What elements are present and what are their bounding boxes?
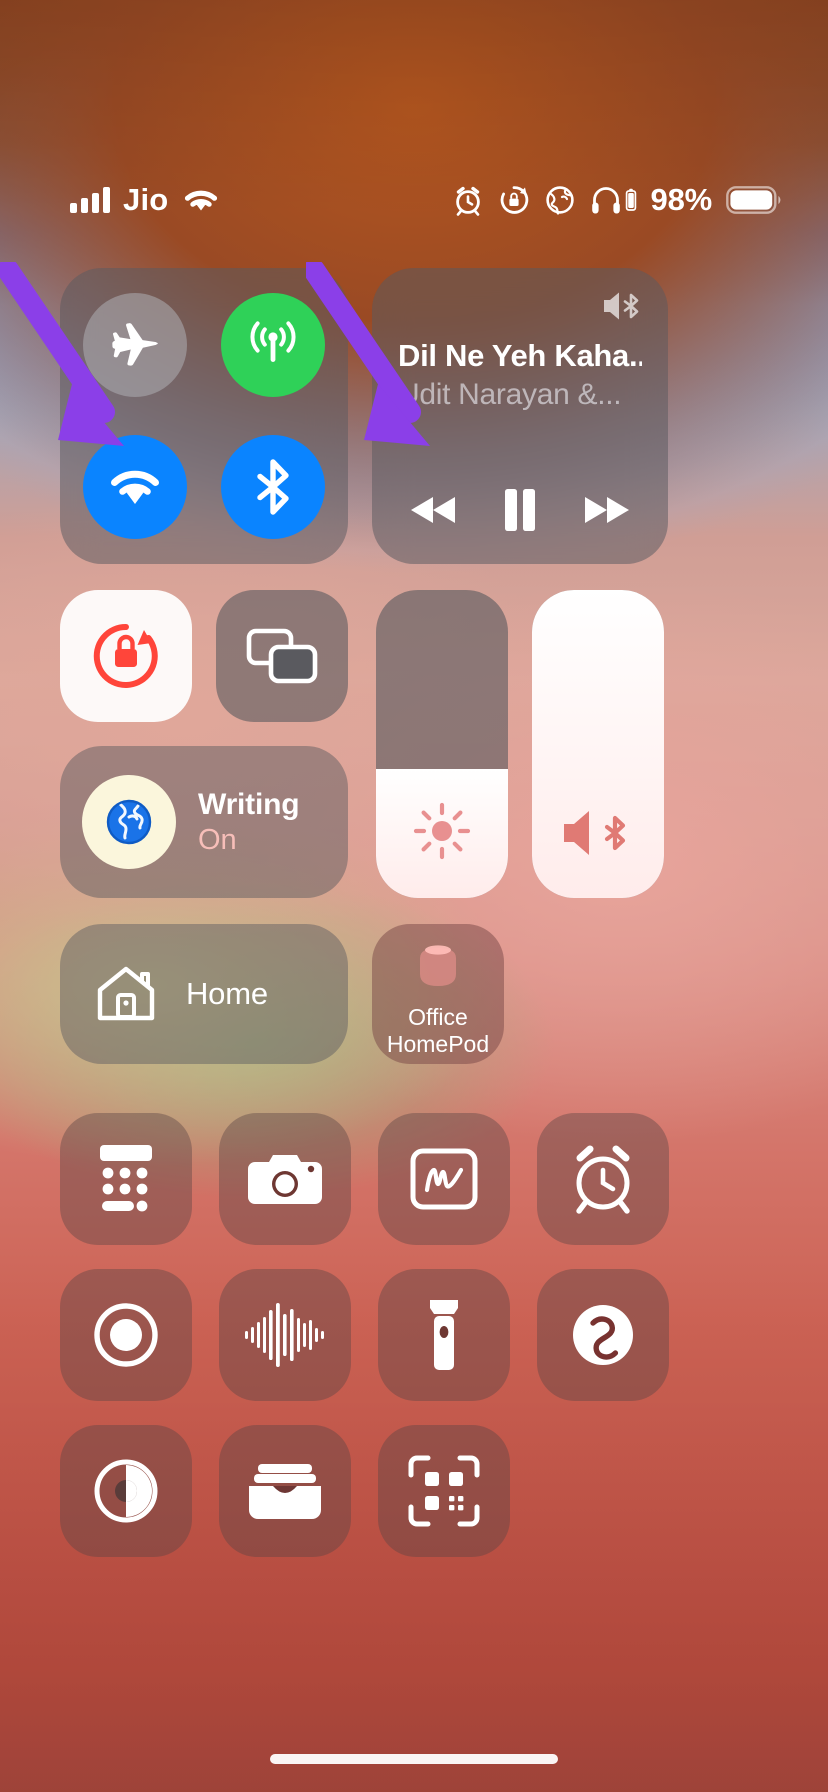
home-label: Home <box>186 976 268 1011</box>
wifi-icon <box>111 470 159 504</box>
camera-icon <box>248 1155 322 1204</box>
home-indicator <box>270 1754 558 1764</box>
brightness-slider[interactable] <box>376 590 508 898</box>
screen-mirroring-icon <box>246 628 318 684</box>
screen-mirroring-toggle[interactable] <box>216 590 348 722</box>
app-shortcut-grid <box>60 1113 669 1557</box>
fast-forward-button[interactable] <box>576 490 634 530</box>
wifi-toggle[interactable] <box>83 435 187 539</box>
shazam-icon <box>573 1305 633 1365</box>
rotation-lock-icon <box>498 184 530 216</box>
shazam-shortcut[interactable] <box>537 1269 669 1401</box>
flashlight-shortcut[interactable] <box>378 1269 510 1401</box>
now-playing-module[interactable]: Dil Ne Yeh Kaha... Udit Narayan &... <box>372 268 668 564</box>
focus-name-label: Writing <box>198 787 300 821</box>
bluetooth-icon <box>257 459 289 515</box>
qr-code-icon <box>408 1455 480 1527</box>
control-center: Dil Ne Yeh Kaha... Udit Narayan &... Wri… <box>60 268 668 1064</box>
sound-recognition-icon <box>245 1303 324 1367</box>
signal-bars-icon <box>70 187 110 213</box>
rotation-lock-toggle[interactable] <box>60 590 192 722</box>
carrier-label: Jio <box>123 182 169 217</box>
quick-note-icon <box>410 1148 478 1210</box>
rotation-lock-icon <box>93 623 158 688</box>
track-title: Dil Ne Yeh Kaha... <box>398 338 642 373</box>
flashlight-icon <box>430 1300 458 1370</box>
pause-button[interactable] <box>498 486 542 534</box>
battery-icon <box>726 186 782 214</box>
headphones-battery-icon <box>590 185 637 215</box>
airplane-mode-toggle[interactable] <box>83 293 187 397</box>
screen-record-shortcut[interactable] <box>60 1269 192 1401</box>
wallet-icon <box>249 1464 321 1519</box>
homepod-tile[interactable]: Office HomePod <box>372 924 504 1064</box>
speaker-bluetooth-icon <box>558 804 638 862</box>
wifi-icon <box>181 185 221 215</box>
house-icon <box>97 966 155 1021</box>
calculator-icon <box>100 1145 152 1212</box>
media-transport-controls <box>398 486 642 540</box>
camera-shortcut[interactable] <box>219 1113 351 1245</box>
status-bar: Jio 98% <box>0 0 828 240</box>
alarm-shortcut[interactable] <box>537 1113 669 1245</box>
dark-mode-icon <box>94 1459 158 1523</box>
voice-memo-shortcut[interactable] <box>219 1269 351 1401</box>
alarm-icon <box>452 184 484 216</box>
dark-mode-shortcut[interactable] <box>60 1425 192 1557</box>
calculator-shortcut[interactable] <box>60 1113 192 1245</box>
battery-percent-label: 98% <box>650 182 713 217</box>
track-artist: Udit Narayan &... <box>398 378 622 411</box>
rewind-button[interactable] <box>406 490 464 530</box>
cellular-data-toggle[interactable] <box>221 293 325 397</box>
vpn-globe-icon <box>544 184 576 216</box>
sun-icon <box>411 800 473 862</box>
home-tile[interactable]: Home <box>60 924 348 1064</box>
connectivity-module <box>60 268 348 564</box>
airplane-icon <box>112 323 159 366</box>
bluetooth-toggle[interactable] <box>221 435 325 539</box>
alarm-clock-icon <box>576 1145 630 1214</box>
volume-slider[interactable] <box>532 590 664 898</box>
quick-note-shortcut[interactable] <box>378 1113 510 1245</box>
qr-scanner-shortcut[interactable] <box>378 1425 510 1557</box>
homepod-icon <box>420 945 456 987</box>
homepod-label: Office HomePod <box>386 1004 490 1057</box>
wallet-shortcut[interactable] <box>219 1425 351 1557</box>
screen-record-icon <box>94 1303 158 1367</box>
globe-icon <box>106 799 152 845</box>
focus-state-label: On <box>198 823 237 856</box>
focus-mode-tile[interactable]: Writing On <box>60 746 348 898</box>
cellular-icon <box>250 321 296 362</box>
focus-icon-bubble <box>82 775 176 869</box>
airplay-bluetooth-icon[interactable] <box>600 288 644 324</box>
